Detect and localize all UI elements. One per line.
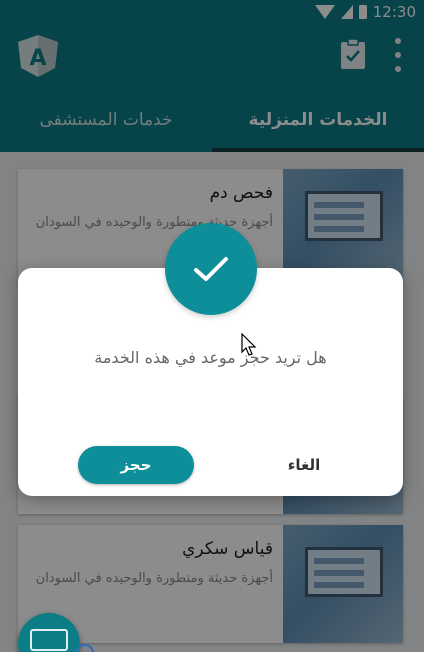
success-check-icon — [165, 223, 257, 315]
device-icon — [30, 629, 68, 651]
mouse-cursor-icon — [241, 333, 257, 356]
cancel-button[interactable]: الغاء — [254, 446, 354, 484]
book-button[interactable]: حجز — [78, 446, 194, 484]
dialog-message: هل تريد حجز موعد في هذه الخدمة — [94, 348, 327, 367]
